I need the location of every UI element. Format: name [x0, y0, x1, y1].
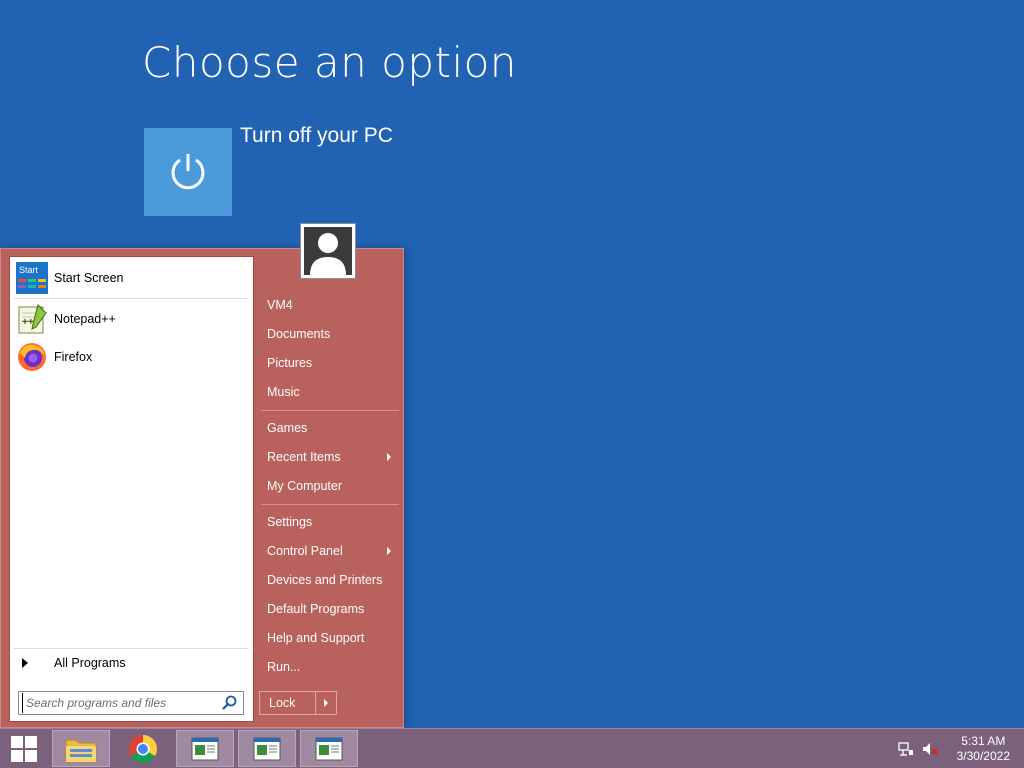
all-programs-label: All Programs — [54, 656, 126, 670]
search-box[interactable] — [18, 691, 244, 715]
app-window-icon — [253, 737, 281, 760]
menu-item-settings[interactable]: Settings — [267, 510, 399, 534]
menu-item-recent-items[interactable]: Recent Items — [267, 445, 399, 469]
menu-item-run[interactable]: Run... — [267, 655, 399, 679]
system-tray: 5:31 AM 3/30/2022 — [892, 729, 1024, 768]
places-pane: VM4 Documents Pictures Music Games Recen… — [259, 249, 401, 727]
menu-item-label: Default Programs — [267, 602, 365, 616]
chevron-right-icon — [387, 547, 391, 555]
app-window-icon — [315, 737, 343, 760]
menu-item-label: Music — [267, 385, 300, 399]
menu-item-my-computer[interactable]: My Computer — [267, 474, 399, 498]
user-avatar-icon — [304, 227, 352, 275]
menu-item-label: Devices and Printers — [267, 573, 383, 587]
menu-item-help-and-support[interactable]: Help and Support — [267, 626, 399, 650]
search-input[interactable] — [22, 693, 221, 713]
taskbar-chrome[interactable] — [114, 730, 172, 767]
menu-item-label: Run... — [267, 660, 301, 674]
start-screen-icon: Start — [16, 262, 48, 294]
clock[interactable]: 5:31 AM 3/30/2022 — [957, 734, 1010, 764]
program-label: Firefox — [54, 350, 93, 364]
menu-item-documents[interactable]: Documents — [267, 322, 399, 346]
menu-item-label: My Computer — [267, 479, 343, 493]
notepadpp-icon: ++ — [16, 303, 48, 335]
windows-logo-icon — [11, 736, 37, 762]
program-label: Notepad++ — [54, 312, 116, 326]
divider — [14, 648, 249, 649]
app-window-icon — [191, 737, 219, 760]
menu-item-label: Control Panel — [267, 544, 343, 558]
menu-item-music[interactable]: Music — [267, 380, 399, 404]
power-icon — [171, 154, 205, 190]
menu-item-label: Help and Support — [267, 631, 365, 645]
menu-item-label: Settings — [267, 515, 313, 529]
turn-off-pc-button[interactable] — [144, 128, 232, 216]
file-explorer-icon — [65, 739, 97, 762]
menu-item-default-programs[interactable]: Default Programs — [267, 597, 399, 621]
chevron-right-icon — [387, 453, 391, 461]
menu-item-vm4[interactable]: VM4 — [267, 293, 399, 317]
taskbar: 5:31 AM 3/30/2022 — [0, 728, 1024, 768]
user-avatar[interactable] — [300, 223, 356, 279]
chevron-right-icon — [324, 699, 328, 707]
all-programs-button[interactable]: All Programs — [14, 651, 249, 675]
taskbar-file-explorer[interactable] — [52, 730, 110, 767]
volume-muted-icon[interactable] — [922, 741, 938, 757]
menu-item-label: Recent Items — [267, 450, 341, 464]
divider — [261, 410, 399, 411]
program-start-screen[interactable]: Start Start Screen — [14, 260, 249, 296]
divider — [261, 504, 399, 505]
menu-item-control-panel[interactable]: Control Panel — [267, 539, 399, 563]
search-icon[interactable] — [221, 694, 239, 712]
program-notepadpp[interactable]: ++ Notepad++ — [14, 301, 249, 337]
start-menu: Start Start Screen ++ Notepad++ Firefox … — [0, 248, 404, 728]
lock-button[interactable]: Lock — [259, 691, 337, 715]
network-icon[interactable] — [898, 741, 914, 757]
menu-item-label: Pictures — [267, 356, 313, 370]
lock-options-button[interactable] — [316, 692, 336, 714]
menu-item-label: Games — [267, 421, 308, 435]
menu-item-label: Documents — [267, 327, 331, 341]
svg-text:Start: Start — [19, 265, 39, 275]
clock-time: 5:31 AM — [961, 734, 1006, 748]
firefox-icon — [16, 341, 48, 373]
menu-item-devices-and-printers[interactable]: Devices and Printers — [267, 568, 399, 592]
turn-off-pc-label[interactable]: Turn off your PC — [240, 124, 393, 148]
menu-item-games[interactable]: Games — [267, 416, 399, 440]
program-firefox[interactable]: Firefox — [14, 339, 249, 375]
program-label: Start Screen — [54, 271, 124, 285]
page-title: Choose an option — [142, 38, 517, 87]
chrome-icon — [129, 734, 157, 763]
lock-label: Lock — [260, 692, 316, 714]
taskbar-window-1[interactable] — [176, 730, 234, 767]
clock-date: 3/30/2022 — [956, 749, 1010, 763]
triangle-right-icon — [22, 658, 28, 668]
taskbar-window-3[interactable] — [300, 730, 358, 767]
menu-item-label: VM4 — [267, 298, 293, 312]
programs-pane: Start Start Screen ++ Notepad++ Firefox … — [9, 256, 254, 722]
taskbar-window-2[interactable] — [238, 730, 296, 767]
menu-item-pictures[interactable]: Pictures — [267, 351, 399, 375]
divider — [14, 298, 249, 299]
start-button[interactable] — [0, 729, 48, 768]
